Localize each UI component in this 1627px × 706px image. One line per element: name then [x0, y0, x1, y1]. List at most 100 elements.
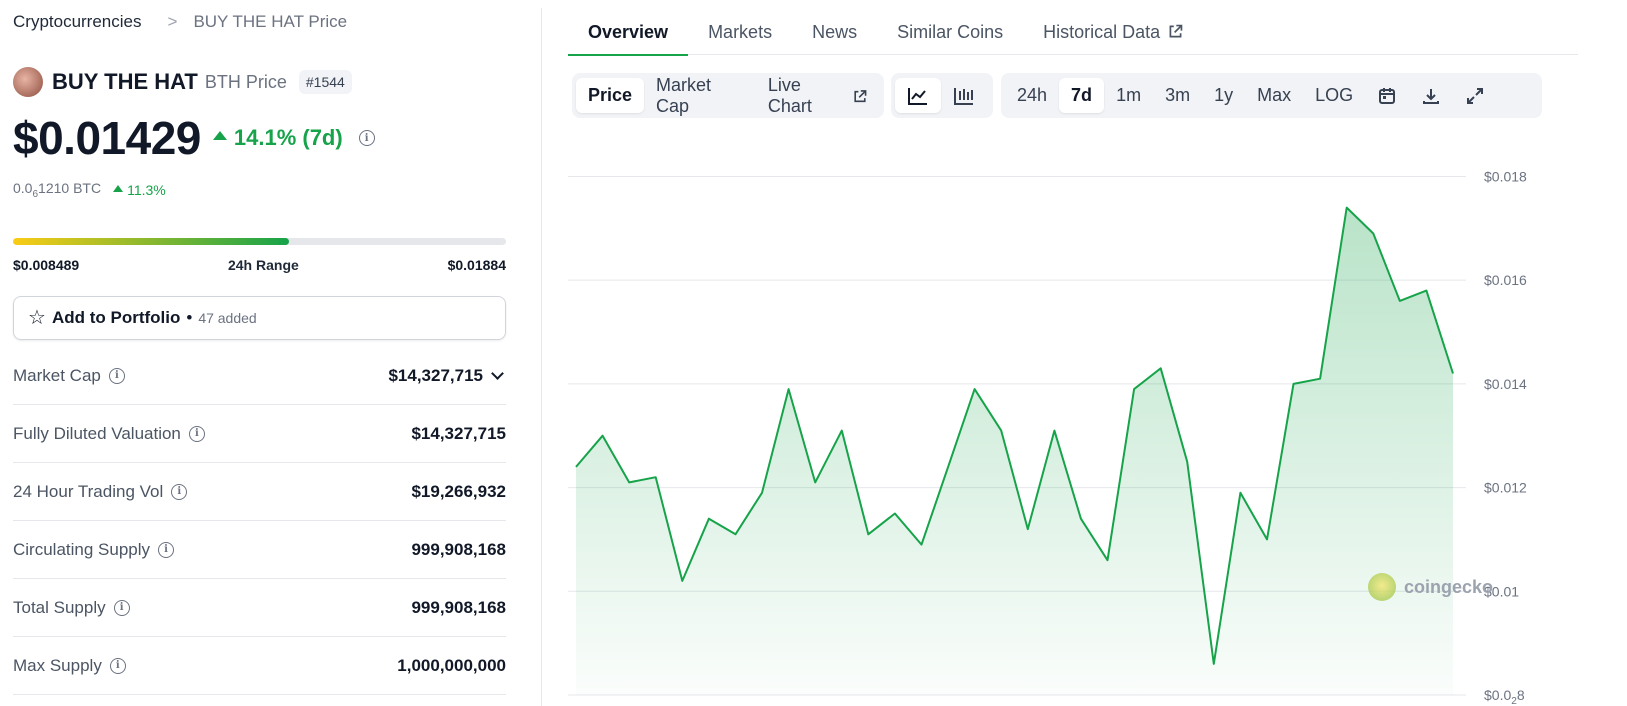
range-max-button[interactable]: Max	[1245, 78, 1303, 113]
stat-value: $14,327,715	[411, 423, 506, 443]
stat-value: 999,908,168	[411, 539, 506, 559]
live-chart-button[interactable]: Live Chart	[756, 75, 880, 116]
calendar-button[interactable]	[1365, 78, 1409, 113]
stat-circulating-supply: Circulating Supply i 999,908,168	[13, 521, 506, 579]
y-tick-label: $0.018	[1484, 168, 1527, 184]
breadcrumb: Cryptocurrencies > BUY THE HAT Price	[13, 12, 347, 32]
breadcrumb-separator: >	[167, 12, 178, 31]
page: Cryptocurrencies > BUY THE HAT Price BUY…	[0, 0, 1627, 706]
coingecko-watermark: coingecko	[1368, 573, 1493, 601]
btc-price: 0.061210 BTC	[13, 180, 101, 200]
tab-similar-coins[interactable]: Similar Coins	[877, 0, 1023, 55]
calendar-icon	[1379, 87, 1396, 104]
info-icon[interactable]: i	[188, 425, 205, 442]
stat-label: Max Supply i	[13, 656, 126, 676]
portfolio-label: Add to Portfolio	[51, 308, 181, 327]
stat-label: Total Supply i	[13, 598, 130, 618]
range-bar-fill	[13, 238, 290, 245]
coin-name: BUY THE HAT	[52, 69, 198, 94]
line-chart-icon	[908, 87, 927, 105]
info-icon[interactable]: i	[109, 657, 126, 674]
caret-up-icon	[113, 185, 124, 193]
stat-label: Fully Diluted Valuation i	[13, 424, 205, 444]
download-button[interactable]	[1409, 78, 1453, 113]
panel-divider	[541, 8, 542, 706]
btc-price-change: 11.3%	[127, 181, 166, 198]
breadcrumb-current: BUY THE HAT Price	[193, 12, 348, 31]
y-tick-label: $0.012	[1484, 480, 1527, 496]
stat-value[interactable]: $14,327,715	[388, 366, 506, 386]
metric-market-cap-button[interactable]: Market Cap	[644, 75, 756, 116]
tab-historical-data-label: Historical Data	[1043, 22, 1161, 42]
stat-label: Circulating Supply i	[13, 539, 175, 560]
stat-label-text: Max Supply	[13, 655, 102, 675]
range-3m-button[interactable]: 3m	[1153, 78, 1202, 113]
caret-up-icon	[212, 130, 227, 140]
btc-price-row: 0.061210 BTC 11.3%	[13, 180, 166, 200]
candlestick-chart-icon	[954, 87, 973, 105]
portfolio-count: 47 added	[198, 310, 257, 326]
range-bar-24h	[13, 238, 506, 245]
stat-value-text: $14,327,715	[388, 365, 483, 385]
info-icon[interactable]: i	[113, 599, 130, 616]
btc-price-digits: 1210 BTC	[38, 180, 102, 196]
range-low: $0.008489	[13, 257, 80, 273]
stat-label: 24 Hour Trading Vol i	[13, 481, 188, 502]
portfolio-separator: •	[186, 308, 193, 327]
download-icon	[1423, 88, 1440, 104]
stat-label-text: 24 Hour Trading Vol	[13, 481, 164, 501]
line-chart-button[interactable]	[895, 78, 941, 113]
info-icon[interactable]: i	[108, 367, 125, 384]
breadcrumb-cryptocurrencies[interactable]: Cryptocurrencies	[13, 12, 142, 32]
stat-label-text: Market Cap	[13, 365, 101, 385]
price-area-fill	[576, 207, 1453, 695]
coin-header: BUY THE HAT BTH Price #1544	[13, 67, 352, 97]
metric-price-button[interactable]: Price	[576, 78, 645, 113]
range-1y-button[interactable]: 1y	[1202, 78, 1245, 113]
chevron-down-icon[interactable]	[491, 366, 504, 380]
price-change-7d: 14.1% (7d)	[233, 125, 343, 150]
current-price: $0.01429	[13, 112, 201, 164]
price-chart[interactable]: $0.018 $0.016 $0.014 $0.012 $0.01 $0.028 coin…	[568, 135, 1578, 706]
range-1m-button[interactable]: 1m	[1104, 78, 1153, 113]
info-icon[interactable]: i	[158, 541, 175, 558]
range-24h-button[interactable]: 24h	[1005, 78, 1059, 113]
stat-label-text: Fully Diluted Valuation	[13, 423, 181, 443]
stat-total-supply: Total Supply i 999,908,168	[13, 579, 506, 637]
add-to-portfolio-button[interactable]: ☆ Add to Portfolio • 47 added	[13, 296, 506, 340]
tab-historical-data[interactable]: Historical Data	[1023, 0, 1204, 55]
y-tick-label: $0.028	[1484, 687, 1525, 706]
stat-market-cap: Market Cap i $14,327,715	[13, 347, 506, 405]
stat-label-text: Total Supply	[13, 597, 106, 617]
fullscreen-button[interactable]	[1453, 78, 1497, 113]
range-high: $0.01884	[447, 257, 506, 273]
coin-logo	[13, 67, 43, 97]
stat-label-text: Circulating Supply	[13, 539, 151, 559]
range-7d-button[interactable]: 7d	[1059, 78, 1105, 113]
tab-news[interactable]: News	[792, 0, 877, 55]
stat-value: $19,266,932	[411, 481, 506, 501]
range-label: 24h Range	[227, 257, 299, 273]
info-icon[interactable]: i	[358, 130, 375, 146]
external-link-icon	[854, 89, 867, 102]
coingecko-logo-icon	[1368, 573, 1396, 601]
stats-list: Market Cap i $14,327,715 Fully Diluted Va…	[13, 347, 506, 695]
stat-max-supply: Max Supply i 1,000,000,000	[13, 637, 506, 695]
tab-overview[interactable]: Overview	[568, 0, 689, 56]
range-toggle: 24h 7d 1m 3m 1y Max LOG	[1001, 73, 1542, 118]
tab-markets[interactable]: Markets	[688, 0, 792, 55]
watermark-text: coingecko	[1404, 576, 1494, 597]
btc-price-prefix: 0.0	[13, 180, 33, 196]
live-chart-label: Live Chart	[767, 74, 812, 116]
metric-toggle: Price Market Cap Live Chart	[572, 73, 884, 118]
y-tick-label: $0.014	[1484, 376, 1527, 392]
coin-symbol: BTH Price	[204, 71, 287, 92]
external-link-icon	[1169, 24, 1183, 38]
star-icon: ☆	[28, 307, 46, 329]
log-scale-button[interactable]: LOG	[1303, 78, 1365, 113]
expand-icon	[1467, 87, 1484, 104]
info-icon[interactable]: i	[171, 483, 188, 500]
price-chart-svg: $0.018$0.016$0.014$0.012$0.01$0.028	[568, 168, 1527, 706]
y-tick-label: $0.016	[1484, 272, 1527, 288]
candlestick-chart-button[interactable]	[941, 78, 987, 113]
